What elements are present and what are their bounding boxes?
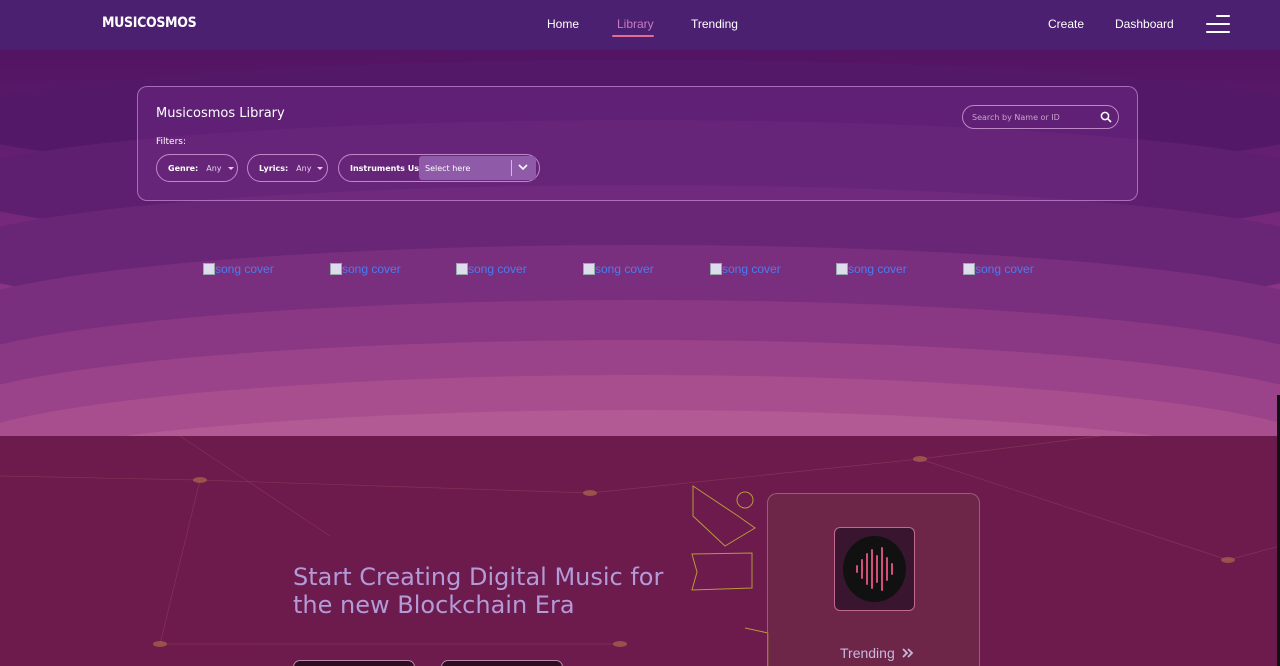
broken-image-icon xyxy=(330,263,342,275)
nav-trending[interactable]: Trending xyxy=(691,17,738,31)
broken-image-icon xyxy=(583,263,595,275)
filters-label: Filters: xyxy=(156,137,187,147)
genre-filter-value: Any xyxy=(206,163,222,173)
broken-image-icon xyxy=(203,263,215,275)
caret-down-icon xyxy=(317,166,324,170)
song-cover-image[interactable]: song cover xyxy=(330,262,401,276)
hero-title-line2: the new Blockchain Era xyxy=(293,591,575,619)
navbar: MUSICOSMOS Home Library Trending Create … xyxy=(0,0,1280,50)
broken-image-icon xyxy=(710,263,722,275)
instruments-select-value: Select here xyxy=(425,163,471,173)
broken-image-icon xyxy=(963,263,975,275)
genre-filter[interactable]: Genre: Any xyxy=(156,154,238,182)
instruments-filter[interactable]: Instruments Used: Select here xyxy=(338,154,540,182)
song-cover-image[interactable]: song cover xyxy=(710,262,781,276)
search-icon[interactable] xyxy=(1100,111,1112,123)
hero-title: Start Creating Digital Music for the new… xyxy=(293,563,673,619)
select-separator xyxy=(511,160,512,176)
broken-image-icon xyxy=(836,263,848,275)
nav-create[interactable]: Create xyxy=(1048,17,1084,31)
soundwave-icon xyxy=(843,536,906,602)
library-title: Musicosmos Library xyxy=(156,106,285,121)
lyrics-filter-label: Lyrics: xyxy=(259,163,289,173)
hero-title-line1: Start Creating Digital Music for xyxy=(293,563,664,591)
active-nav-underline xyxy=(612,35,654,37)
search-input[interactable]: Search by Name or ID xyxy=(962,105,1119,129)
nav-library[interactable]: Library xyxy=(617,17,654,31)
hero-secondary-button[interactable] xyxy=(441,660,563,666)
nav-dashboard[interactable]: Dashboard xyxy=(1115,17,1174,31)
song-cover-image[interactable]: song cover xyxy=(456,262,527,276)
hero-section xyxy=(0,436,1280,666)
lyrics-filter-value: Any xyxy=(296,163,312,173)
song-cover-image[interactable]: song cover xyxy=(203,262,274,276)
wave-background xyxy=(0,0,1280,436)
genre-filter-label: Genre: xyxy=(168,163,199,173)
caret-down-icon xyxy=(227,166,234,170)
logo[interactable]: MUSICOSMOS xyxy=(102,15,197,31)
song-cover-image[interactable]: song cover xyxy=(963,262,1034,276)
hero-primary-button[interactable] xyxy=(293,660,415,666)
song-cover-image[interactable]: song cover xyxy=(583,262,654,276)
trending-link[interactable]: Trending xyxy=(840,645,915,661)
soundwave-frame xyxy=(834,527,915,611)
network-lines-decoration xyxy=(0,436,1280,666)
search-placeholder: Search by Name or ID xyxy=(972,112,1060,122)
trending-label: Trending xyxy=(840,645,895,661)
broken-image-icon xyxy=(456,263,468,275)
library-panel: Musicosmos Library Filters: Genre: Any L… xyxy=(137,86,1138,201)
instruments-select[interactable]: Select here xyxy=(419,156,536,180)
menu-icon[interactable] xyxy=(1206,14,1230,34)
chevron-down-icon[interactable] xyxy=(518,163,528,171)
nav-home[interactable]: Home xyxy=(547,17,579,31)
double-chevron-right-icon xyxy=(902,648,914,658)
lyrics-filter[interactable]: Lyrics: Any xyxy=(247,154,328,182)
trending-card[interactable]: Trending xyxy=(767,493,980,666)
song-cover-image[interactable]: song cover xyxy=(836,262,907,276)
